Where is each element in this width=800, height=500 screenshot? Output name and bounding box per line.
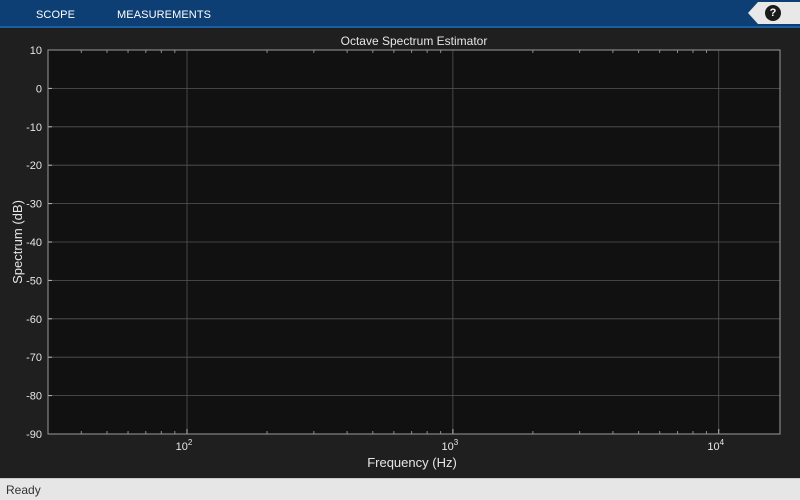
help-button[interactable]: ? xyxy=(748,2,800,24)
y-tick-label: -30 xyxy=(26,199,42,211)
tab-scope[interactable]: SCOPE xyxy=(36,0,75,28)
y-tick-label: -60 xyxy=(26,314,42,326)
y-tick-label: -40 xyxy=(26,237,42,249)
help-icon: ? xyxy=(765,5,781,21)
toolstrip: SCOPE MEASUREMENTS ? xyxy=(0,0,800,28)
status-text: Ready xyxy=(6,483,41,497)
tab-measurements[interactable]: MEASUREMENTS xyxy=(117,0,211,28)
x-tick-label: 102 xyxy=(176,438,193,453)
y-tick-label: -90 xyxy=(26,429,42,441)
y-tick-label: -70 xyxy=(26,352,42,364)
y-tick-label: 10 xyxy=(30,45,42,57)
spectrum-chart[interactable]: Octave Spectrum Estimator 10 0 -10 -20 -30 -4… xyxy=(0,28,800,478)
x-tick-label: 103 xyxy=(442,438,459,453)
plot-title: Octave Spectrum Estimator xyxy=(341,34,488,48)
x-axis-title: Frequency (Hz) xyxy=(367,455,457,470)
y-tick-label: -50 xyxy=(26,275,42,287)
y-tick-label: -80 xyxy=(26,391,42,403)
scope-plot-area: Octave Spectrum Estimator 10 0 -10 -20 -30 -4… xyxy=(0,28,800,478)
y-axis-title: Spectrum (dB) xyxy=(10,200,25,284)
y-tick-label: 0 xyxy=(36,83,42,95)
y-tick-label: -20 xyxy=(26,160,42,172)
x-tick-label: 104 xyxy=(707,438,724,453)
y-tick-label: -10 xyxy=(26,122,42,134)
status-bar: Ready xyxy=(0,478,800,500)
